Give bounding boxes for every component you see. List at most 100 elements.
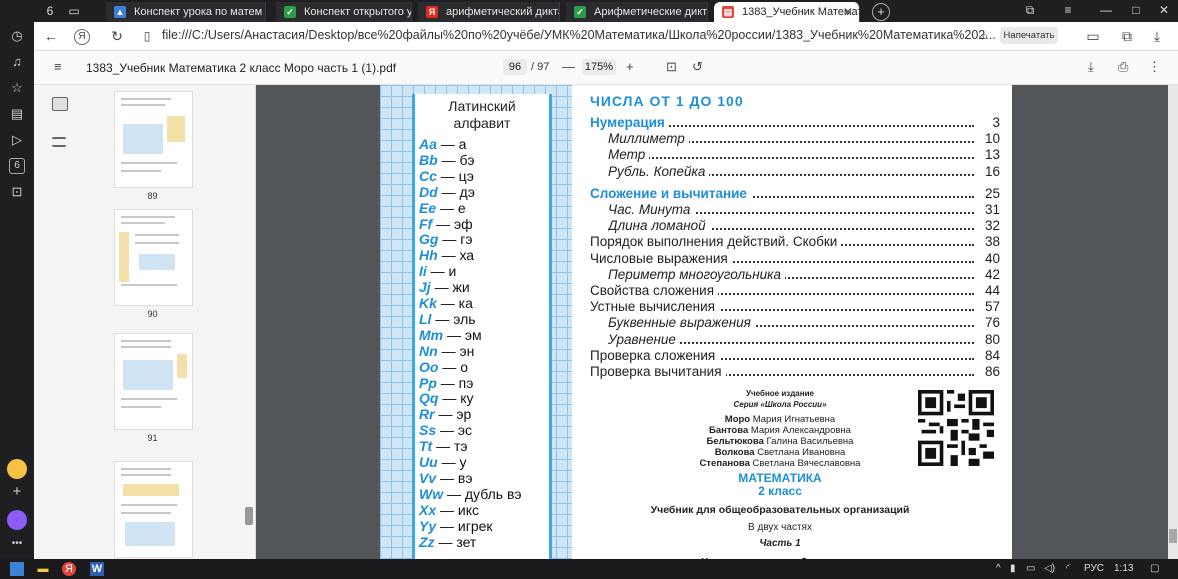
back-button[interactable]: ← — [42, 27, 60, 45]
url-field[interactable]: file:///C:/Users/Анастасия/Desktop/все%2… — [162, 28, 996, 42]
menu-icon[interactable]: ≡ — [54, 59, 62, 74]
close-window-button[interactable]: ✕ — [1154, 3, 1174, 17]
print-button[interactable]: Напечатать — [1000, 27, 1058, 44]
toc-entry[interactable]: Проверка сложения 84 — [590, 347, 1000, 363]
toc-page-number: 16 — [982, 163, 1000, 179]
latin-letter: Ss — [419, 422, 437, 439]
tabs-icon[interactable]: ▭ — [62, 3, 86, 19]
maximize-button[interactable]: □ — [1126, 3, 1146, 17]
latin-letter: Ff — [419, 215, 433, 232]
toc-entry[interactable]: Числовые выражения 40 — [590, 250, 1000, 266]
toc-entry[interactable]: Порядок выполнения действий. Скобки 38 — [590, 234, 1000, 250]
reload-button[interactable]: ↻ — [108, 27, 126, 45]
more-icon[interactable]: ••• — [9, 536, 25, 552]
screenshot-icon[interactable]: ⊡ — [9, 184, 25, 200]
page-number-input[interactable]: 96 — [503, 59, 527, 75]
download-icon[interactable]: ⤓ — [1088, 59, 1094, 75]
address-bar: ← Я ↻ ▯ file:///C:/Users/Анастасия/Deskt… — [34, 22, 1178, 51]
new-tab-button[interactable]: + — [872, 3, 890, 21]
latin-letter: Xx — [419, 501, 437, 518]
browser-tab[interactable]: ✓ Конспект открытого урок — [276, 2, 412, 22]
yandex-icon[interactable]: Я — [74, 29, 90, 45]
file-icon: ▯ — [143, 29, 151, 43]
toc-entry[interactable]: Буквенные выражения 76 — [608, 315, 1000, 331]
author-surname: Моро — [724, 414, 751, 425]
thumbnail-scrollbar[interactable] — [245, 507, 253, 525]
print-icon[interactable]: ⎙ — [1118, 59, 1128, 75]
bell-icon[interactable]: ♫ — [9, 54, 25, 70]
pdf-toolbar: ≡ 1383_Учебник Математика 2 класс Моро ч… — [34, 51, 1178, 85]
menu-icon[interactable]: ≡ — [1058, 3, 1078, 17]
play-icon[interactable]: ▷ — [9, 132, 25, 148]
windows-start-icon[interactable] — [10, 562, 24, 576]
clock[interactable]: 1:13 — [1114, 563, 1133, 574]
latin-letter: Nn — [419, 342, 438, 359]
assistant-icon[interactable] — [7, 510, 27, 530]
zoom-out-button[interactable]: — — [562, 59, 575, 74]
browser-tab[interactable]: Яарифметический диктант — [418, 2, 560, 22]
language-indicator[interactable]: РУС — [1084, 563, 1104, 574]
fit-page-icon[interactable]: ⊡ — [666, 59, 677, 75]
tray-arrow-icon[interactable]: ^ — [996, 563, 1001, 574]
history-icon[interactable]: ◷ — [9, 28, 25, 44]
toc-entry[interactable]: Миллиметр 10 — [608, 131, 1000, 147]
outline-view-icon[interactable] — [52, 137, 66, 147]
tab-count-icon[interactable]: 6 — [9, 158, 25, 174]
volume-icon[interactable]: ◁) — [1044, 563, 1055, 574]
letter-pronunciation: — тэ — [436, 438, 468, 455]
alphabet-row: Kk — ка — [419, 295, 473, 311]
alphabet-row: Ll — эль — [419, 311, 476, 327]
alphabet-row: Xx — икс — [419, 502, 479, 518]
network-icon[interactable]: ◜ — [1066, 563, 1070, 574]
browser-tab[interactable]: ▤ 1383_Учебник Математ ✕ — [714, 2, 860, 22]
page-thumbnail[interactable] — [114, 333, 193, 430]
minimize-button[interactable]: — — [1096, 3, 1116, 17]
word-icon[interactable]: W — [90, 562, 104, 576]
toc-entry[interactable]: Устные вычисления 57 — [590, 299, 1000, 315]
alice-icon[interactable] — [7, 459, 27, 479]
toc-entry[interactable]: Проверка вычитания 86 — [590, 364, 1000, 379]
toc-entry[interactable]: Периметр многоугольника 42 — [608, 266, 1000, 282]
toc-entry[interactable]: Длина ломаной 32 — [608, 218, 1000, 234]
author-line: Бельтюкова Галина Васильевна — [640, 436, 920, 447]
close-tab-icon[interactable]: ✕ — [843, 2, 853, 22]
download-icon[interactable]: ⤓ — [1148, 27, 1166, 45]
collections-icon[interactable]: ⧉ — [1020, 3, 1040, 18]
zoom-in-button[interactable]: + — [626, 59, 634, 74]
battery-icon[interactable]: ▭ — [1026, 563, 1035, 574]
alphabet-row: Nn — эн — [419, 343, 474, 359]
toc-entry[interactable]: Метр 13 — [608, 147, 1000, 163]
page-thumbnail[interactable] — [114, 91, 193, 188]
author-surname: Бельтюкова — [706, 436, 764, 447]
star-icon[interactable]: ☆ — [9, 80, 25, 96]
document-scrollbar[interactable] — [1168, 85, 1178, 559]
battery-icon[interactable]: ▭ — [1084, 27, 1102, 45]
thumbnails-view-icon[interactable] — [52, 97, 68, 111]
microphone-icon[interactable]: ▮ — [1010, 563, 1016, 574]
scrollbar-thumb[interactable] — [1169, 529, 1177, 543]
rotate-icon[interactable]: ↺ — [692, 59, 703, 75]
toc-entry[interactable]: Сложение и вычитание 25 — [590, 185, 1000, 201]
toc-entry[interactable]: Нумерация 3 — [590, 115, 1000, 130]
more-options-icon[interactable]: ⋮ — [1148, 59, 1161, 75]
zoom-level[interactable]: 175% — [582, 59, 616, 75]
page-thumbnail[interactable] — [114, 461, 193, 558]
toc-entry[interactable]: Рубль. Копейка 16 — [608, 163, 1000, 179]
home-badge[interactable]: 6 — [38, 3, 62, 19]
yandex-browser-icon[interactable]: Я — [62, 562, 76, 576]
page-thumbnail[interactable] — [114, 209, 193, 306]
check-icon: ✓ — [574, 6, 586, 18]
toc-entry[interactable]: Час. Минута 31 — [608, 202, 1000, 217]
browser-tab[interactable]: ▲ Конспект урока по матем — [106, 2, 266, 22]
add-panel-icon[interactable]: + — [9, 484, 25, 500]
search-icon[interactable]: ⌕ — [976, 27, 994, 45]
notes-icon[interactable]: ▤ — [9, 106, 25, 122]
browser-tab[interactable]: ✓ Арифметические диктант — [566, 2, 708, 22]
folder-icon[interactable]: ▬ — [36, 562, 50, 576]
notifications-icon[interactable]: ▢ — [1150, 563, 1159, 574]
letter-pronunciation: — бэ — [441, 151, 475, 168]
toc-entry[interactable]: Уравнение 80 — [608, 331, 1000, 347]
alphabet-row: Hh — ха — [419, 247, 474, 263]
toc-entry[interactable]: Свойства сложения 44 — [590, 283, 1000, 298]
extensions-icon[interactable]: ⧉ — [1118, 27, 1136, 45]
